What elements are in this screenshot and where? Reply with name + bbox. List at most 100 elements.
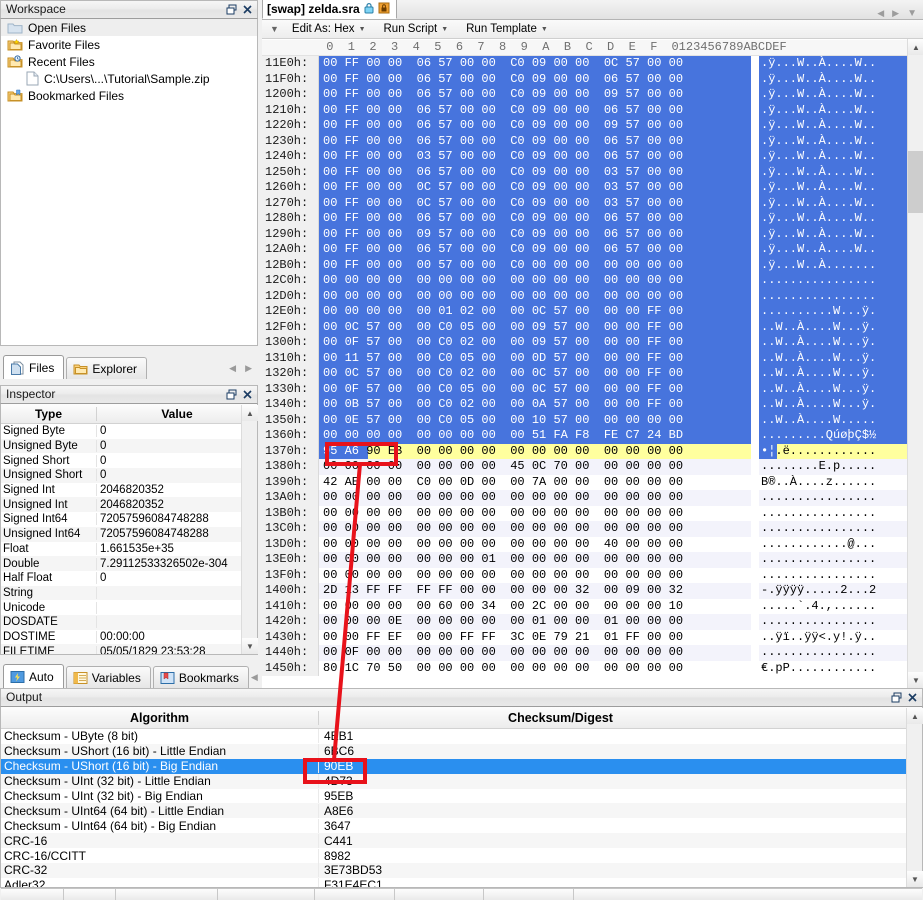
hex-ascii-cell[interactable]: ..W..À....W...ÿ. (759, 335, 907, 351)
tab-prev-icon[interactable]: ◀ (877, 8, 884, 19)
hex-ascii-cell[interactable]: ................ (759, 645, 907, 661)
output-row[interactable]: CRC-16 C441 (1, 833, 922, 849)
scrollbar-thumb[interactable] (908, 151, 923, 213)
hex-ascii-cell[interactable]: .ÿ...W..À....W.. (759, 71, 907, 87)
hex-row[interactable]: 1420h: 00 00 00 0E 00 00 00 00 00 01 00 0… (262, 614, 923, 630)
inspector-row[interactable]: DOSDATE (1, 614, 257, 630)
tab-prev-icon[interactable]: ◀ (251, 672, 258, 683)
hex-ascii-cell[interactable]: ................ (759, 490, 907, 506)
hex-ascii-cell[interactable]: ................ (759, 614, 907, 630)
output-row[interactable]: Checksum - UInt (32 bit) - Little Endian… (1, 773, 922, 789)
inspector-value-cell[interactable]: 00:00:00 (97, 631, 257, 643)
hex-bytes-cell[interactable]: 00 0C 57 00 00 C0 05 00 00 09 57 00 00 0… (319, 319, 751, 335)
hex-bytes-cell[interactable]: 2D 13 FF FF FF FF 00 00 00 00 00 32 00 0… (319, 583, 751, 599)
hex-row[interactable]: 1410h: 00 00 00 00 00 60 00 34 00 2C 00 0… (262, 598, 923, 614)
hex-row[interactable]: 13E0h: 00 00 00 00 00 00 00 01 00 00 00 0… (262, 552, 923, 568)
hex-bytes-cell[interactable]: 00 00 00 00 00 00 00 00 00 00 00 00 00 0… (319, 273, 751, 289)
hex-ascii-cell[interactable]: ................ (759, 273, 907, 289)
inspector-row[interactable]: Signed Byte 0 (1, 424, 257, 439)
hex-bytes-cell[interactable]: 00 FF 00 00 06 57 00 00 C0 09 00 00 06 5… (319, 71, 751, 87)
inspector-row[interactable]: Unicode (1, 600, 257, 615)
run-template-dropdown[interactable]: Run Template ▼ (457, 21, 557, 38)
hex-bytes-cell[interactable]: 00 FF 00 00 06 57 00 00 C0 09 00 00 0C 5… (319, 56, 751, 72)
hex-bytes-cell[interactable]: 00 FF 00 00 06 57 00 00 C0 09 00 00 06 5… (319, 211, 751, 227)
hex-row[interactable]: 1400h: 2D 13 FF FF FF FF 00 00 00 00 00 3… (262, 583, 923, 599)
inspector-row[interactable]: Unsigned Short 0 (1, 468, 257, 483)
hex-row[interactable]: 1220h: 00 FF 00 00 06 57 00 00 C0 09 00 0… (262, 118, 923, 134)
hex-ascii-cell[interactable]: ..ÿï..ÿÿ<.y!.ÿ.. (759, 630, 907, 646)
tab-list-icon[interactable]: ▼ (907, 8, 917, 19)
tab-bookmarks[interactable]: Bookmarks (152, 666, 249, 688)
output-tab-strip[interactable] (1, 888, 922, 900)
hex-ascii-cell[interactable]: .ÿ...W..À....... (759, 257, 907, 273)
hex-ascii-cell[interactable]: ..W..À....W...ÿ. (759, 350, 907, 366)
inspector-row[interactable]: Double 7.29112533326502e-304 (1, 556, 257, 571)
hex-row[interactable]: 1350h: 00 0E 57 00 00 C0 05 00 00 10 57 0… (262, 412, 923, 428)
hex-ascii-cell[interactable]: -.ÿÿÿÿ.....2...2 (759, 583, 907, 599)
hex-bytes-cell[interactable]: 00 FF 00 00 09 57 00 00 C0 09 00 00 06 5… (319, 226, 751, 242)
hex-ascii-cell[interactable]: .ÿ...W..À....W.. (759, 226, 907, 242)
hex-row[interactable]: 12D0h: 00 00 00 00 00 00 00 00 00 00 00 0… (262, 288, 923, 304)
hex-row[interactable]: 1310h: 00 11 57 00 00 C0 05 00 00 0D 57 0… (262, 350, 923, 366)
output-row[interactable]: Checksum - UShort (16 bit) - Little Endi… (1, 743, 922, 759)
hex-ascii-cell[interactable]: ..W..À....W..... (759, 412, 907, 428)
run-script-dropdown[interactable]: Run Script ▼ (375, 21, 458, 38)
hex-ascii-cell[interactable]: .ÿ...W..À....W.. (759, 118, 907, 134)
hex-row[interactable]: 1390h: 42 AE 00 00 C0 00 0D 00 00 7A 00 0… (262, 474, 923, 491)
output-row[interactable]: Checksum - UInt64 (64 bit) - Little Endi… (1, 803, 922, 819)
inspector-value-cell[interactable]: 7.29112533326502e-304 (97, 558, 257, 570)
hex-bytes-cell[interactable]: 00 00 00 00 00 00 00 00 00 00 00 00 40 0… (319, 537, 751, 553)
hex-bytes-cell[interactable]: 95 A6 90 EB 00 00 00 00 00 00 00 00 00 0… (319, 443, 751, 459)
hex-ascii-cell[interactable]: ..........W...ÿ. (759, 304, 907, 320)
hex-bytes-cell[interactable]: 00 0B 57 00 00 C0 02 00 00 0A 57 00 00 0… (319, 397, 751, 413)
output-tab-4[interactable] (218, 889, 315, 900)
hex-rows-container[interactable]: 11E0h: 00 FF 00 00 06 57 00 00 C0 09 00 0… (262, 56, 923, 688)
hex-row[interactable]: 12A0h: 00 FF 00 00 06 57 00 00 C0 09 00 0… (262, 242, 923, 258)
output-row[interactable]: Checksum - UShort (16 bit) - Big Endian 9… (1, 758, 922, 774)
output-row[interactable]: Checksum - UInt (32 bit) - Big Endian 95E… (1, 789, 922, 804)
document-tab-zelda-sra[interactable]: [swap] zelda.sra (262, 0, 397, 19)
inspector-row[interactable]: Unsigned Int64 72057596084748288 (1, 526, 257, 542)
inspector-value-cell[interactable]: 0 (97, 469, 257, 481)
tab-explorer[interactable]: Explorer (66, 357, 148, 379)
hex-bytes-cell[interactable]: 00 00 00 00 00 00 00 00 00 00 00 00 00 0… (319, 521, 751, 537)
hex-bytes-cell[interactable]: 00 FF 00 00 0C 57 00 00 C0 09 00 00 03 5… (319, 195, 751, 211)
output-row[interactable]: Checksum - UByte (8 bit) 4EB1 (1, 729, 922, 744)
hex-bytes-cell[interactable]: 00 00 00 00 00 01 02 00 00 0C 57 00 00 0… (319, 304, 751, 320)
hex-ascii-cell[interactable]: ..W..À....W...ÿ. (759, 319, 907, 335)
hex-ascii-cell[interactable]: .ÿ...W..À....W.. (759, 56, 907, 72)
output-tab-3[interactable] (116, 889, 218, 900)
hex-bytes-cell[interactable]: 00 FF 00 00 00 57 00 00 C0 00 00 00 00 0… (319, 257, 751, 273)
tree-item-favorite-files[interactable]: Favorite Files (1, 36, 257, 53)
hex-row[interactable]: 1260h: 00 FF 00 00 0C 57 00 00 C0 09 00 0… (262, 180, 923, 196)
inspector-row[interactable]: Signed Short 0 (1, 453, 257, 468)
inspector-row[interactable]: Signed Int64 72057596084748288 (1, 512, 257, 527)
hex-row[interactable]: 12C0h: 00 00 00 00 00 00 00 00 00 00 00 0… (262, 273, 923, 289)
hex-ascii-cell[interactable]: .........QúøþÇ$½ (759, 428, 907, 444)
hex-ascii-cell[interactable]: ..W..À....W...ÿ. (759, 366, 907, 382)
hex-bytes-cell[interactable]: 42 AE 00 00 C0 00 0D 00 00 7A 00 00 00 0… (319, 475, 751, 491)
workspace-tree[interactable]: Open Files Favorite Files Recent Files C… (0, 19, 258, 346)
hex-ascii-cell[interactable]: ................ (759, 288, 907, 304)
hex-ascii-cell[interactable]: .ÿ...W..À....W.. (759, 195, 907, 211)
close-icon[interactable] (239, 387, 255, 402)
hex-ascii-cell[interactable]: ............@... (759, 537, 907, 553)
hex-row[interactable]: 1340h: 00 0B 57 00 00 C0 02 00 00 0A 57 0… (262, 397, 923, 413)
hex-row[interactable]: 13F0h: 00 00 00 00 00 00 00 00 00 00 00 0… (262, 567, 923, 583)
close-icon[interactable] (239, 2, 255, 17)
hex-row[interactable]: 1380h: 00 00 00 00 00 00 00 00 45 0C 70 0… (262, 459, 923, 475)
hex-ascii-cell[interactable]: •¦.ë............ (759, 443, 907, 459)
output-tab-6[interactable] (395, 889, 484, 900)
hex-ascii-selected[interactable]: •¦ (761, 444, 775, 458)
inspector-value-cell[interactable]: 72057596084748288 (97, 528, 257, 540)
hex-bytes-cell[interactable]: 00 FF 00 00 06 57 00 00 C0 09 00 00 06 5… (319, 133, 751, 149)
inspector-value-cell[interactable]: 1.661535e+35 (97, 543, 257, 555)
hex-row[interactable]: 1200h: 00 FF 00 00 06 57 00 00 C0 09 00 0… (262, 87, 923, 103)
hex-row[interactable]: 1450h: 80 1C 70 50 00 00 00 00 00 00 00 0… (262, 660, 923, 676)
hex-bytes-cell[interactable]: 00 00 00 00 00 00 00 00 45 0C 70 00 00 0… (319, 459, 751, 475)
tab-next-icon[interactable]: ▶ (245, 363, 252, 374)
hex-row[interactable]: 1440h: 00 0F 00 00 00 00 00 00 00 00 00 0… (262, 645, 923, 661)
hex-bytes-cell[interactable]: 00 FF 00 00 0C 57 00 00 C0 09 00 00 03 5… (319, 180, 751, 196)
hex-row[interactable]: 12E0h: 00 00 00 00 00 01 02 00 00 0C 57 0… (262, 304, 923, 320)
scroll-up-icon[interactable]: ▲ (242, 405, 258, 421)
